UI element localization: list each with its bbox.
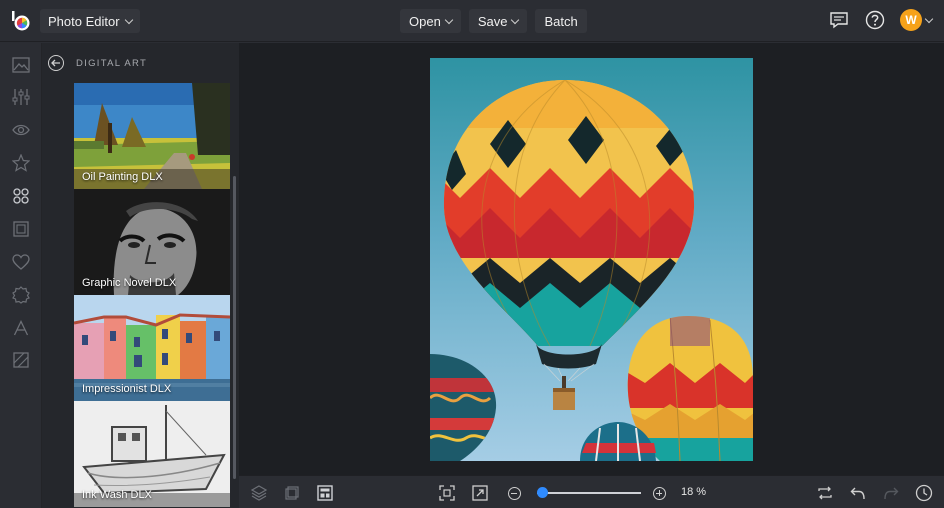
chevron-down-icon xyxy=(444,15,454,24)
save-label: Save xyxy=(477,13,508,29)
frame-icon[interactable] xyxy=(11,219,31,239)
avatar: W xyxy=(900,9,922,31)
open-button[interactable]: Open xyxy=(400,9,461,33)
canvas-area xyxy=(239,43,944,475)
app-window: Photo Editor Open Save Batch W DIGITAL A… xyxy=(0,0,944,508)
batch-label: Batch xyxy=(544,13,578,29)
chevron-down-icon xyxy=(124,15,133,24)
top-actions: Open Save Batch xyxy=(400,9,587,33)
effect-label: Oil Painting DLX xyxy=(82,171,163,183)
panel-header: DIGITAL ART xyxy=(42,43,239,83)
text-icon[interactable] xyxy=(11,318,31,338)
pattern-icon[interactable] xyxy=(11,350,31,370)
effects-icon[interactable] xyxy=(11,186,31,206)
user-menu[interactable]: W xyxy=(900,9,934,31)
history-icon[interactable] xyxy=(915,484,933,502)
heart-icon[interactable] xyxy=(11,252,31,272)
crop-icon[interactable] xyxy=(283,484,301,502)
expand-icon[interactable] xyxy=(471,484,489,502)
sliders-icon[interactable] xyxy=(11,87,31,107)
batch-button[interactable]: Batch xyxy=(535,9,587,33)
tool-rail xyxy=(0,43,42,508)
effects-panel: DIGITAL ART Oil Painting DLX Graphic Nov… xyxy=(42,43,239,508)
zoom-slider-handle[interactable] xyxy=(536,487,548,498)
help-icon[interactable] xyxy=(864,9,886,31)
compare-icon[interactable] xyxy=(816,484,834,502)
feedback-icon[interactable] xyxy=(828,9,850,31)
effect-thumbnail-list: Oil Painting DLX Graphic Novel DLX Impre… xyxy=(74,83,230,508)
save-button[interactable]: Save xyxy=(468,9,528,33)
effect-thumb-ink-wash[interactable]: Ink Wash DLX xyxy=(74,401,230,507)
texture-icon[interactable] xyxy=(11,285,31,305)
top-bar: Photo Editor Open Save Batch W xyxy=(0,0,944,42)
photo-canvas[interactable] xyxy=(430,58,753,462)
eye-icon[interactable] xyxy=(11,120,31,140)
effect-thumb-impressionist[interactable]: Impressionist DLX xyxy=(74,295,230,401)
back-arrow-icon[interactable] xyxy=(48,55,64,71)
effect-label: Ink Wash DLX xyxy=(82,489,152,501)
zoom-out-button[interactable] xyxy=(505,484,523,502)
panel-scrollbar[interactable] xyxy=(233,176,236,479)
panel-title: DIGITAL ART xyxy=(76,57,148,69)
zoom-slider[interactable] xyxy=(537,492,641,494)
top-right-actions: W xyxy=(828,9,934,31)
effect-label: Impressionist DLX xyxy=(82,383,172,395)
star-icon[interactable] xyxy=(11,153,31,173)
plus-icon xyxy=(652,486,666,500)
layout-icon[interactable] xyxy=(316,484,334,502)
undo-icon[interactable] xyxy=(849,484,867,502)
chevron-down-icon xyxy=(924,14,934,23)
bottom-toolbar: 18 % xyxy=(239,475,944,508)
app-menu-dropdown[interactable]: Photo Editor xyxy=(40,9,140,33)
zoom-in-button[interactable] xyxy=(650,484,668,502)
minus-icon xyxy=(507,486,521,500)
chevron-down-icon xyxy=(511,15,520,24)
effect-label: Graphic Novel DLX xyxy=(82,277,177,289)
layers-icon[interactable] xyxy=(250,484,268,502)
effect-thumb-graphic-novel[interactable]: Graphic Novel DLX xyxy=(74,189,230,295)
fit-to-screen-icon[interactable] xyxy=(438,484,456,502)
open-label: Open xyxy=(409,13,441,29)
app-menu-label: Photo Editor xyxy=(48,13,120,29)
image-icon[interactable] xyxy=(11,55,31,75)
zoom-level-label: 18 % xyxy=(681,486,707,498)
redo-icon[interactable] xyxy=(882,484,900,502)
effect-thumb-oil-painting[interactable]: Oil Painting DLX xyxy=(74,83,230,189)
app-logo[interactable] xyxy=(10,10,32,32)
